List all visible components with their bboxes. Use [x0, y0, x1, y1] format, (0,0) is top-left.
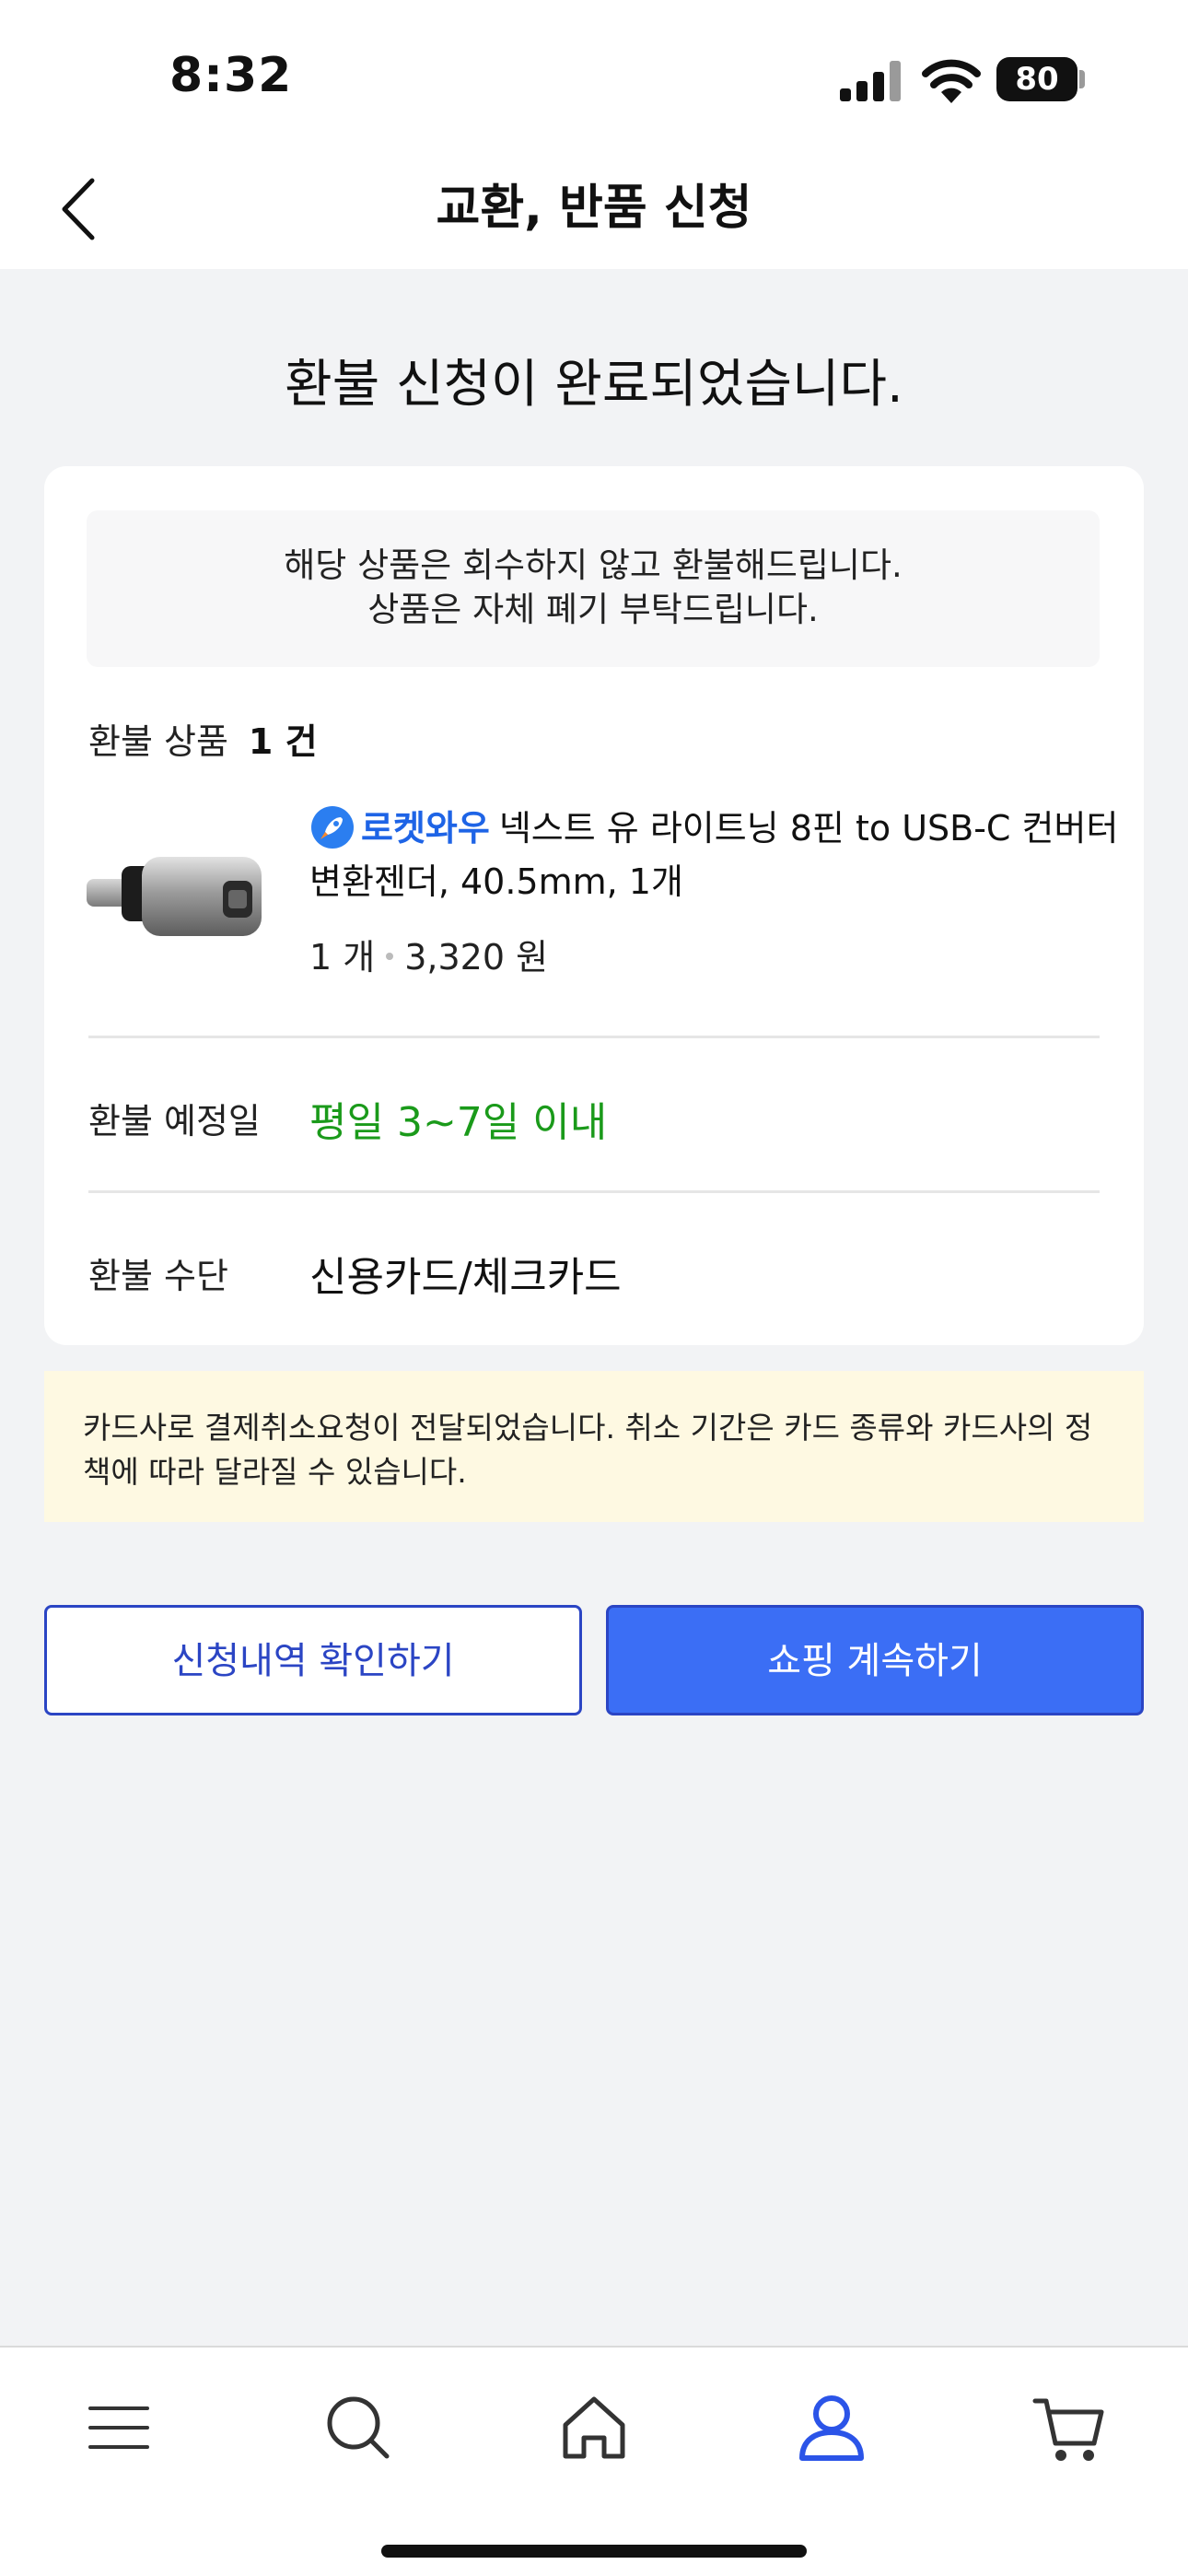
refund-items-row: 환불 상품 1 건: [88, 713, 318, 764]
home-indicator: [381, 2545, 807, 2558]
separator-dot: [386, 952, 394, 960]
back-button[interactable]: [44, 168, 127, 251]
rocket-icon: [311, 805, 354, 849]
product-price: 3,320 원: [404, 937, 549, 978]
card-cancel-notice: 카드사로 결제취소요청이 전달되었습니다. 취소 기간은 카드 종류와 카드사의…: [44, 1371, 1144, 1522]
check-history-button[interactable]: 신청내역 확인하기: [44, 1605, 582, 1715]
continue-shopping-button[interactable]: 쇼핑 계속하기: [606, 1605, 1144, 1715]
header: 교환, 반품 신청: [0, 147, 1188, 269]
cellular-signal-icon: [840, 61, 904, 101]
divider: [88, 1190, 1100, 1193]
rocket-wow-badge: 로켓와우: [361, 808, 490, 849]
product-quantity-price: 1 개 3,320 원: [309, 929, 1129, 979]
refund-method-label: 환불 수단: [88, 1256, 228, 1296]
product-quantity: 1 개: [309, 937, 376, 978]
refund-date-value: 평일 3~7일 이내: [309, 1099, 608, 1146]
refund-summary-card: 해당 상품은 회수하지 않고 환불해드립니다. 상품은 자체 폐기 부탁드립니다…: [44, 466, 1144, 1345]
menu-icon[interactable]: [77, 2386, 160, 2469]
search-icon[interactable]: [317, 2386, 400, 2469]
home-icon[interactable]: [553, 2386, 635, 2469]
refund-items-label: 환불 상품: [88, 721, 228, 762]
cart-icon[interactable]: [1028, 2386, 1111, 2469]
product-thumbnail[interactable]: [85, 829, 269, 967]
product-name-line: 로켓와우 넥스트 유 라이트닝 8핀 to USB-C 컨버터 변환젠더, 40.…: [309, 802, 1129, 908]
disposal-notice: 해당 상품은 회수하지 않고 환불해드립니다. 상품은 자체 폐기 부탁드립니다…: [87, 510, 1100, 667]
completion-message: 환불 신청이 완료되었습니다.: [285, 355, 903, 415]
wifi-icon: [922, 59, 981, 103]
battery-level: 80: [1015, 61, 1059, 98]
product-info[interactable]: 로켓와우 넥스트 유 라이트닝 8핀 to USB-C 컨버터 변환젠더, 40.…: [309, 802, 1129, 979]
refund-method-value: 신용카드/체크카드: [309, 1254, 622, 1301]
user-icon[interactable]: [790, 2386, 873, 2469]
disposal-notice-line2: 상품은 자체 폐기 부탁드립니다.: [367, 590, 819, 629]
refund-date-label: 환불 예정일: [88, 1101, 261, 1142]
status-time: 8:32: [169, 48, 293, 103]
disposal-notice-line1: 해당 상품은 회수하지 않고 환불해드립니다.: [284, 545, 903, 585]
divider: [88, 1036, 1100, 1038]
page-title: 교환, 반품 신청: [436, 181, 752, 236]
bottom-tab-bar: [0, 2346, 1188, 2576]
refund-items-count: 1 건: [248, 721, 318, 762]
screen: 8:32 80 교환, 반품 신청 환불 신청이 완료되었습니다. 해당 상품은…: [0, 0, 1188, 2576]
battery-icon: 80: [996, 57, 1085, 101]
status-bar: 8:32 80: [0, 0, 1188, 147]
